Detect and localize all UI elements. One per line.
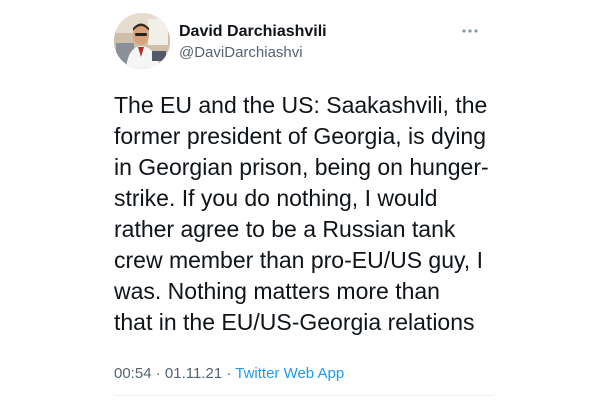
tweet-line: in Georgian prison, being on hunger- — [114, 154, 489, 180]
tweet-meta: 00:54 · 01.11.21 · Twitter Web App — [114, 364, 344, 384]
tweet-header: David Darchiashvili @DaviDarchiashvi — [114, 13, 494, 73]
tweet-source-link[interactable]: Twitter Web App — [235, 365, 344, 382]
avatar[interactable] — [114, 13, 170, 69]
profile-photo-icon — [114, 13, 170, 69]
tweet-line: former president of Georgia, is dying — [114, 123, 487, 149]
divider — [114, 395, 494, 396]
author-names: David Darchiashvili @DaviDarchiashvi — [179, 22, 327, 63]
display-name[interactable]: David Darchiashvili — [179, 22, 327, 42]
tweet-line: that in the EU/US-Georgia relations — [114, 309, 475, 335]
meta-separator: · — [151, 365, 165, 382]
tweet-line: The EU and the US: Saakashvili, the — [114, 92, 488, 118]
tweet-card: David Darchiashvili @DaviDarchiashvi The… — [0, 0, 600, 400]
more-options-button[interactable] — [455, 21, 485, 41]
more-horizontal-icon — [462, 29, 478, 33]
tweet-line: rather agree to be a Russian tank — [114, 216, 456, 242]
tweet-text: The EU and the US: Saakashvili, the form… — [114, 90, 494, 338]
tweet-line: was. Nothing matters more than — [114, 278, 440, 304]
tweet-line: crew member than pro-EU/US guy, I — [114, 247, 483, 273]
tweet-time[interactable]: 00:54 — [114, 365, 152, 382]
meta-separator: · — [222, 365, 236, 382]
tweet-date[interactable]: 01.11.21 — [165, 365, 222, 382]
user-handle[interactable]: @DaviDarchiashvi — [179, 43, 327, 63]
tweet-line: strike. If you do nothing, I would — [114, 185, 438, 211]
